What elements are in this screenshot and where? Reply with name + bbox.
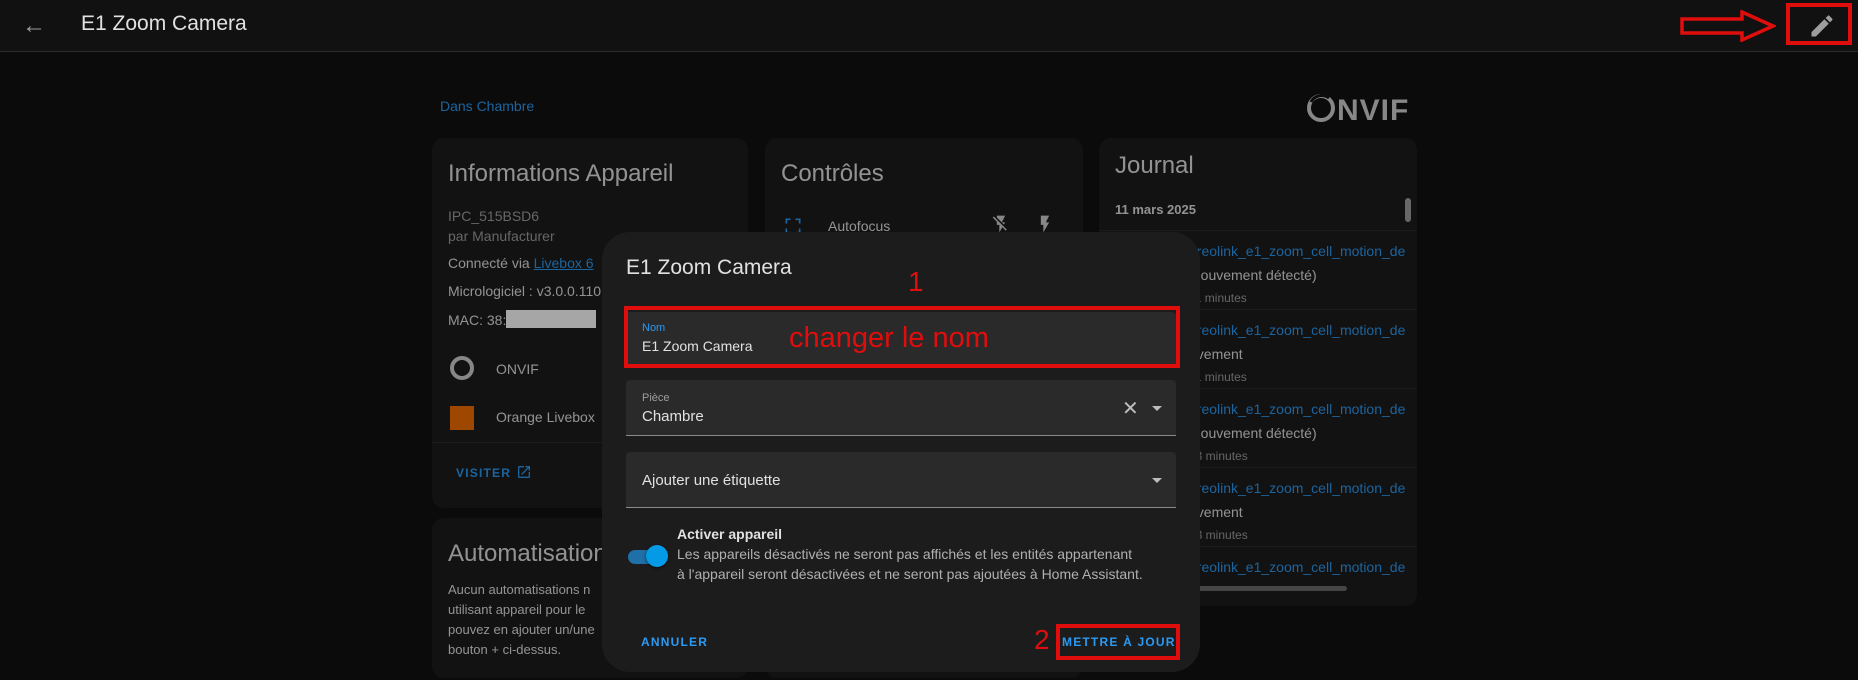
dialog-title: E1 Zoom Camera — [626, 256, 792, 279]
chevron-down-icon[interactable] — [1152, 478, 1162, 483]
labels-placeholder: Ajouter une étiquette — [642, 472, 781, 489]
enable-device-description-2: à l'appareil seront désactivées et ne se… — [677, 566, 1143, 582]
enable-device-title: Activer appareil — [677, 526, 783, 542]
clear-icon[interactable]: ✕ — [1122, 396, 1139, 421]
annotation-step-2: 2 — [1034, 624, 1050, 655]
device-settings-dialog: E1 Zoom Camera Nom E1 Zoom Camera Pièce … — [602, 232, 1200, 672]
enable-device-description-1: Les appareils désactivés ne seront pas a… — [677, 546, 1133, 562]
annotation-step-1: 1 — [908, 266, 924, 297]
annotation-arrow-icon — [1680, 10, 1776, 42]
page-title: E1 Zoom Camera — [81, 12, 247, 35]
back-arrow-icon[interactable]: ← — [20, 12, 48, 40]
labels-select[interactable]: Ajouter une étiquette — [626, 452, 1176, 508]
area-field-value: Chambre — [642, 408, 704, 425]
top-app-bar: ← E1 Zoom Camera — [0, 0, 1858, 52]
area-select[interactable]: Pièce Chambre ✕ — [626, 380, 1176, 436]
cancel-button[interactable]: ANNULER — [641, 635, 708, 649]
annotation-note: changer le nom — [789, 322, 989, 354]
chevron-down-icon[interactable] — [1152, 406, 1162, 411]
annotation-box-update — [1056, 624, 1180, 660]
enable-device-toggle-knob[interactable] — [646, 545, 668, 567]
annotation-box-edit — [1786, 3, 1852, 45]
area-field-label: Pièce — [642, 392, 670, 404]
